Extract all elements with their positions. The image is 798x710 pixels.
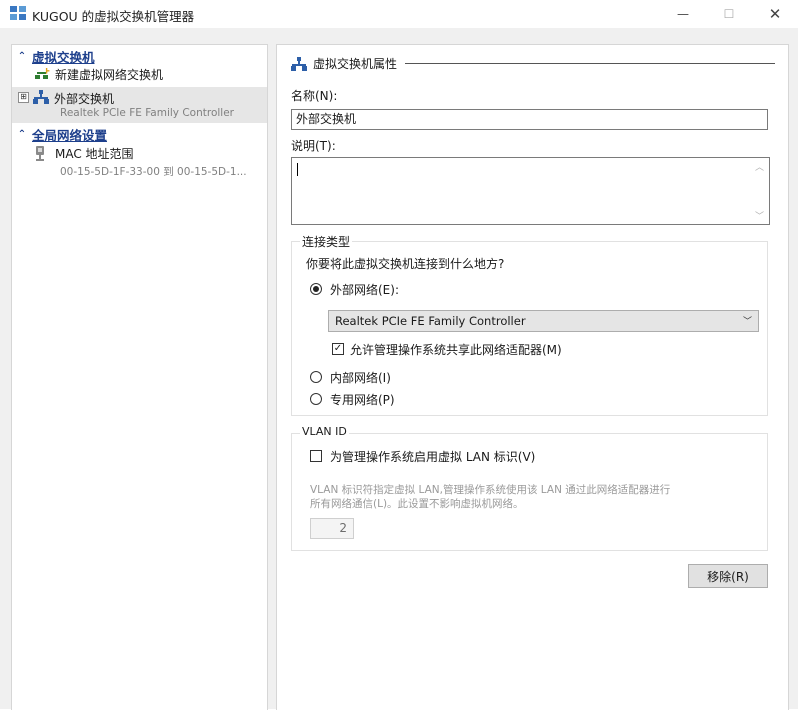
section-virtual-switches[interactable]: ⌃ 虚拟交换机 [16, 47, 95, 66]
enable-vlan-checkbox[interactable] [310, 450, 322, 462]
connection-type-title: 连接类型 [300, 233, 353, 250]
mac-address-icon [36, 145, 44, 161]
network-switch-icon [291, 56, 307, 71]
tree-item-new-switch[interactable]: 新建虚拟网络交换机 [34, 66, 163, 83]
internal-network-label[interactable]: 内部网络(I) [330, 369, 391, 386]
minimize-icon: — [677, 7, 689, 21]
notes-textarea[interactable]: ︿ ﹀ [291, 157, 770, 225]
private-network-radio[interactable] [310, 393, 322, 405]
sidebar-tree: ⌃ 虚拟交换机 新建虚拟网络交换机 ⊞ 外部交换机 Realtek PCIe F… [11, 44, 268, 710]
properties-panel: 虚拟交换机属性 名称(N): 外部交换机 说明(T): ︿ ﹀ 连接类型 你要将… [276, 44, 789, 710]
vlan-title: VLAN ID [300, 425, 349, 438]
close-button[interactable]: ✕ [752, 0, 798, 28]
properties-header: 虚拟交换机属性 [291, 55, 775, 72]
panel-splitter[interactable] [268, 44, 276, 709]
maximize-button[interactable]: ☐ [706, 0, 752, 28]
vlan-description-line1: VLAN 标识符指定虚拟 LAN,管理操作系统使用该 LAN 通过此网络适配器进… [310, 484, 671, 496]
properties-title: 虚拟交换机属性 [313, 57, 398, 71]
switch-manager-app-icon [10, 6, 26, 20]
collapse-chevron-icon[interactable]: ⌃ [16, 51, 28, 62]
title-bar: KUGOU 的虚拟交换机管理器 — ☐ ✕ [0, 0, 798, 28]
chevron-down-icon: ﹀ [742, 317, 752, 327]
scroll-up-icon[interactable]: ︿ [755, 160, 764, 173]
close-icon: ✕ [768, 5, 782, 23]
section-global-label: 全局网络设置 [32, 128, 108, 143]
header-divider [405, 63, 775, 64]
remove-button[interactable]: 移除(R) [688, 564, 768, 588]
tree-item-label: 外部交换机 [54, 92, 115, 106]
expand-icon[interactable]: ⊞ [18, 92, 29, 103]
vlan-description-line2: 所有网络通信(L)。此设置不影响虚拟机网络。 [310, 498, 524, 510]
tree-item-sublabel: 00-15-5D-1F-33-00 到 00-15-5D-1... [60, 166, 247, 178]
allow-share-label[interactable]: 允许管理操作系统共享此网络适配器(M) [350, 341, 562, 358]
tree-item-sublabel: Realtek PCIe FE Family Controller [60, 107, 234, 119]
connection-question: 你要将此虚拟交换机连接到什么地方? [306, 257, 505, 271]
private-network-label[interactable]: 专用网络(P) [330, 391, 395, 408]
external-network-label[interactable]: 外部网络(E): [330, 281, 399, 298]
network-adapter-select[interactable]: Realtek PCIe FE Family Controller ﹀ [328, 310, 759, 332]
external-network-radio[interactable] [310, 283, 322, 295]
text-caret [297, 163, 298, 176]
network-switch-icon [33, 90, 49, 104]
connection-type-group: 连接类型 你要将此虚拟交换机连接到什么地方? 外部网络(E): Realtek … [291, 233, 768, 416]
name-input[interactable]: 外部交换机 [291, 109, 768, 130]
notes-scrollbar[interactable]: ︿ ﹀ [752, 158, 769, 224]
enable-vlan-label[interactable]: 为管理操作系统启用虚拟 LAN 标识(V) [330, 448, 535, 465]
maximize-icon: ☐ [723, 7, 735, 21]
section-virtual-switches-label: 虚拟交换机 [32, 50, 95, 65]
notes-label: 说明(T): [291, 139, 336, 153]
allow-share-checkbox[interactable]: ✓ [332, 343, 344, 355]
scroll-down-icon[interactable]: ﹀ [755, 209, 764, 222]
vlan-id-input[interactable]: 2 [310, 518, 354, 539]
new-switch-icon [35, 67, 50, 79]
collapse-chevron-icon[interactable]: ⌃ [16, 129, 28, 140]
name-label: 名称(N): [291, 89, 338, 103]
vlan-group: VLAN ID 为管理操作系统启用虚拟 LAN 标识(V) VLAN 标识符指定… [291, 425, 768, 551]
tree-item-label: 新建虚拟网络交换机 [55, 68, 164, 82]
tree-item-mac-range[interactable]: MAC 地址范围 [34, 145, 134, 162]
internal-network-radio[interactable] [310, 371, 322, 383]
window-title: KUGOU 的虚拟交换机管理器 [32, 9, 195, 24]
minimize-button[interactable]: — [660, 0, 706, 28]
selected-adapter: Realtek PCIe FE Family Controller [335, 314, 526, 328]
section-global-network-settings[interactable]: ⌃ 全局网络设置 [16, 125, 107, 144]
tree-item-label: MAC 地址范围 [55, 147, 134, 161]
